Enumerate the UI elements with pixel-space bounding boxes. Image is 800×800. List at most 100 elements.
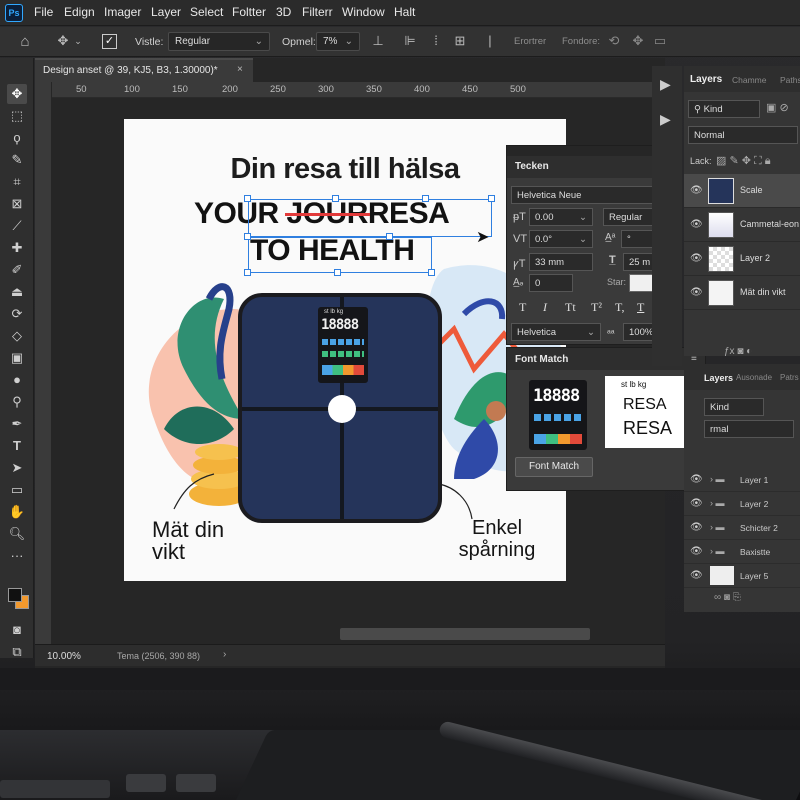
distribute-icon[interactable]: ⊞ — [452, 33, 468, 49]
menu-filter[interactable]: Foltter — [232, 5, 266, 19]
play-icon[interactable]: ▶ — [660, 76, 671, 93]
menu-image[interactable]: Imager — [104, 5, 141, 19]
quick-mask-icon[interactable]: ◙ — [7, 620, 27, 640]
layer-filter-select[interactable]: Kind — [704, 398, 764, 416]
faux-bold-button[interactable]: T — [519, 300, 526, 315]
menu-3d[interactable]: 3D — [276, 5, 291, 19]
eye-icon[interactable]: 👁︎ — [690, 287, 703, 298]
tab-channels[interactable]: Chamme — [732, 75, 766, 85]
eyedropper-tool-icon[interactable]: ⟋ — [7, 216, 27, 236]
all-caps-button[interactable]: Tt — [565, 300, 576, 315]
foreground-color-swatch[interactable] — [8, 588, 22, 602]
3d-camera-icon[interactable]: ▭ — [652, 33, 668, 49]
tab-paths[interactable]: Paths — [780, 75, 800, 85]
menu-select[interactable]: Select — [190, 5, 223, 19]
font-match-button[interactable]: Font Match — [515, 457, 593, 477]
align-left-icon[interactable]: ⊫ — [402, 33, 418, 49]
font-size-field[interactable]: 33 mm — [529, 253, 593, 271]
marquee-tool-icon[interactable]: ⬚ — [7, 106, 27, 126]
layer-group-row[interactable]: 👁︎ Layer 5 — [684, 564, 800, 588]
transform-handle[interactable] — [422, 195, 429, 202]
move-tool-icon[interactable]: ✥ — [54, 33, 72, 49]
menu-layer[interactable]: Layer — [151, 5, 181, 19]
zoom-tool-icon[interactable]: 🔍︎ — [7, 524, 27, 544]
play-icon[interactable]: ▶ — [660, 111, 671, 128]
type-tool-icon[interactable]: T — [7, 436, 27, 456]
blend-mode-select[interactable]: Normal — [688, 126, 798, 144]
chevron-down-icon[interactable]: ⌄ — [72, 36, 84, 47]
language-select[interactable]: Helvetica ⌄ — [511, 323, 601, 341]
tracking-field[interactable]: 0.00 ⌄ — [529, 208, 593, 226]
blur-tool-icon[interactable]: ● — [7, 370, 27, 390]
3d-pan-icon[interactable]: ✥ — [630, 33, 646, 49]
kerning-field[interactable]: 0 — [529, 274, 573, 292]
transform-handle[interactable] — [244, 195, 251, 202]
history-brush-icon[interactable]: ⟳ — [7, 304, 27, 324]
layer-row[interactable]: 👁︎ Scale — [684, 174, 800, 208]
tab-paths[interactable]: Patrs — [780, 373, 799, 382]
layer-footer-icons[interactable]: ∞ ◙ ⎘ — [714, 592, 741, 603]
layer-footer-icons[interactable]: ƒx ◙ ◐ — [724, 346, 752, 357]
transform-handle[interactable] — [488, 195, 495, 202]
text-selection-box[interactable] — [248, 199, 492, 237]
transform-handle[interactable] — [386, 233, 393, 240]
document-tab[interactable]: Design anset @ 39, KJ5, B3, 1.30000)* × — [35, 58, 253, 82]
underline-button[interactable]: T — [637, 300, 644, 315]
eye-icon[interactable]: 👁︎ — [690, 185, 703, 196]
vistle-select[interactable]: Regular ⌄ — [168, 32, 270, 51]
crop-tool-icon[interactable]: ⌗ — [7, 172, 27, 192]
layer-group-row[interactable]: 👁︎ › ▬ Schicter 2 — [684, 516, 800, 540]
layer-row[interactable]: 👁︎ Cammetal-eon li — [684, 208, 800, 242]
lasso-tool-icon[interactable]: ϙ — [7, 128, 27, 148]
faux-italic-button[interactable]: I — [543, 300, 547, 315]
hand-tool-icon[interactable]: ✋ — [7, 502, 27, 522]
shape-tool-icon[interactable]: ▭ — [7, 480, 27, 500]
brush-tool-icon[interactable]: ✐ — [7, 260, 27, 280]
more-tools-icon[interactable]: ··· — [7, 546, 27, 566]
menu-filterr[interactable]: Filterr — [302, 5, 333, 19]
opmel-select[interactable]: 7% ⌄ — [316, 32, 360, 51]
zoom-level[interactable]: 10.00% — [47, 651, 81, 662]
menu-edit[interactable]: Edign — [64, 5, 95, 19]
dodge-tool-icon[interactable]: ⚲ — [7, 392, 27, 412]
frame-tool-icon[interactable]: ⊠ — [7, 194, 27, 214]
quick-select-tool-icon[interactable]: ✎ — [7, 150, 27, 170]
menu-window[interactable]: Window — [342, 5, 385, 19]
transform-handle[interactable] — [428, 269, 435, 276]
superscript-button[interactable]: T² — [591, 300, 602, 315]
screen-mode-icon[interactable]: ⧉ — [7, 642, 27, 662]
checkbox-icon[interactable]: ✓ — [102, 34, 117, 49]
stamp-tool-icon[interactable]: ⏏ — [7, 282, 27, 302]
artboard[interactable]: st lb kg 18888 Din resa till hälsa YOUR … — [124, 119, 566, 581]
home-icon[interactable]: ⌂ — [16, 33, 34, 50]
layer-filter-select[interactable]: ⚲ Kind — [688, 100, 760, 118]
eye-icon[interactable]: 👁︎ — [690, 498, 703, 509]
subscript-button[interactable]: T, — [615, 300, 624, 315]
menu-file[interactable]: File — [34, 5, 53, 19]
transform-handle[interactable] — [244, 233, 251, 240]
transform-handle[interactable] — [332, 195, 339, 202]
tab-layers[interactable]: Layers — [704, 373, 733, 383]
pen-tool-icon[interactable]: ✒ — [7, 414, 27, 434]
3d-orbit-icon[interactable]: ⟲ — [606, 33, 622, 49]
gradient-tool-icon[interactable]: ▣ — [7, 348, 27, 368]
eye-icon[interactable]: 👁︎ — [690, 570, 703, 581]
horizontal-scrollbar[interactable] — [340, 628, 590, 640]
chevron-right-icon[interactable]: › — [223, 649, 226, 660]
eraser-tool-icon[interactable]: ◇ — [7, 326, 27, 346]
layer-row[interactable]: 👁︎ Mät din vikt — [684, 276, 800, 310]
eye-icon[interactable]: 👁︎ — [690, 474, 703, 485]
transform-handle[interactable] — [334, 269, 341, 276]
align-center-icon[interactable]: ⁞ — [428, 33, 444, 48]
eye-icon[interactable]: 👁︎ — [690, 219, 703, 230]
filter-image-icon[interactable]: ▣ ⊘ — [766, 101, 789, 114]
transform-handle[interactable] — [244, 269, 251, 276]
healing-tool-icon[interactable]: ✚ — [7, 238, 27, 258]
align-bottom-icon[interactable]: ⊥ — [370, 33, 386, 49]
layer-group-row[interactable]: 👁︎ › ▬ Layer 2 — [684, 492, 800, 516]
lock-icons[interactable]: ▨ ✎ ✥ ⛶ 🔒︎ — [716, 154, 771, 168]
path-select-icon[interactable]: ➤ — [7, 458, 27, 478]
text-selection-box[interactable] — [248, 237, 432, 273]
menu-help[interactable]: Halt — [394, 5, 415, 19]
move-tool-icon[interactable]: ✥ — [7, 84, 27, 104]
